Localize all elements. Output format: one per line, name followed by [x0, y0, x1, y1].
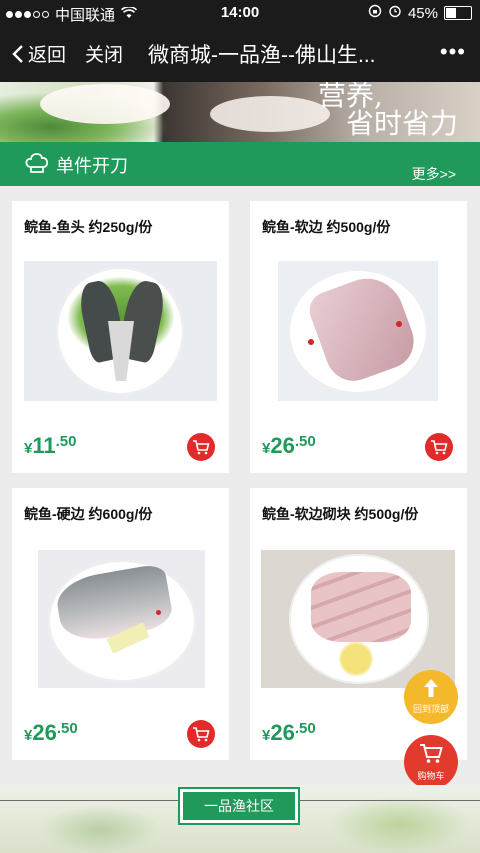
battery-icon [444, 6, 472, 20]
back-button[interactable]: 返回 [12, 40, 66, 67]
product-image[interactable] [38, 550, 205, 688]
cart-icon [431, 440, 448, 455]
promo-banner[interactable]: 营养, 省时省力 [0, 82, 480, 142]
rotation-lock-icon [368, 4, 382, 22]
product-card[interactable]: 鲩鱼-软边 约500g/份 ¥26.50 [250, 201, 467, 473]
product-name: 鲩鱼-鱼头 约250g/份 [24, 219, 153, 235]
product-name: 鲩鱼-硬边 约600g/份 [24, 506, 153, 522]
banner-fish-image [40, 84, 170, 124]
more-menu-button[interactable]: ••• [440, 39, 466, 65]
product-price: ¥26.50 [262, 720, 316, 745]
chevron-left-icon [12, 44, 23, 63]
product-image[interactable] [261, 550, 455, 688]
product-card[interactable]: 鲩鱼-硬边 约600g/份 ¥26.50 [12, 488, 229, 760]
arrow-up-icon [424, 679, 438, 697]
page-title: 微商城-一品渔--佛山生... [148, 44, 376, 67]
nav-bar: 返回 关闭 微商城-一品渔--佛山生... ••• [0, 26, 480, 82]
product-image[interactable] [24, 261, 217, 401]
section-header: 单件开刀 更多>> [0, 142, 480, 186]
battery-percent: 45% [407, 4, 438, 22]
add-to-cart-button[interactable] [187, 720, 215, 748]
cart-icon [193, 440, 210, 455]
community-button[interactable]: 一品渔社区 [178, 787, 300, 825]
product-name: 鲩鱼-软边 约500g/份 [262, 219, 391, 235]
status-bar-right: 45% [368, 4, 472, 22]
add-to-cart-button[interactable] [187, 433, 215, 461]
add-to-cart-button[interactable] [425, 433, 453, 461]
banner-slogan: 营养, 省时省力 [318, 82, 458, 138]
back-label: 返回 [28, 45, 67, 66]
close-button[interactable]: 关闭 [85, 40, 123, 67]
alarm-icon [388, 4, 402, 22]
section-title: 单件开刀 [56, 156, 128, 176]
product-card[interactable]: 鲩鱼-鱼头 约250g/份 ¥11.50 [12, 201, 229, 473]
banner-fish-slice-image [210, 96, 330, 132]
cart-icon [420, 744, 443, 763]
chef-hat-icon [24, 151, 50, 180]
product-price: ¥26.50 [24, 720, 78, 745]
footer-vegetable-image [330, 795, 470, 853]
status-bar: 中国联通 14:00 45% [0, 0, 480, 26]
product-price: ¥26.50 [262, 433, 316, 458]
product-price: ¥11.50 [24, 433, 77, 458]
cart-label: 购物车 [417, 771, 445, 781]
back-to-top-label: 回到顶部 [412, 704, 449, 714]
banner-slogan-line2: 省时省力 [346, 107, 459, 140]
back-to-top-button[interactable]: 回到顶部 [404, 670, 458, 724]
banner-slogan-line1: 营养, [318, 82, 383, 112]
product-image[interactable] [278, 261, 438, 401]
cart-icon [193, 727, 210, 742]
product-name: 鲩鱼-软边砌块 约500g/份 [262, 506, 419, 522]
shopping-cart-button[interactable]: 购物车 [404, 735, 458, 789]
more-link[interactable]: 更多>> [412, 164, 456, 184]
footer-vegetable-image [40, 805, 160, 853]
